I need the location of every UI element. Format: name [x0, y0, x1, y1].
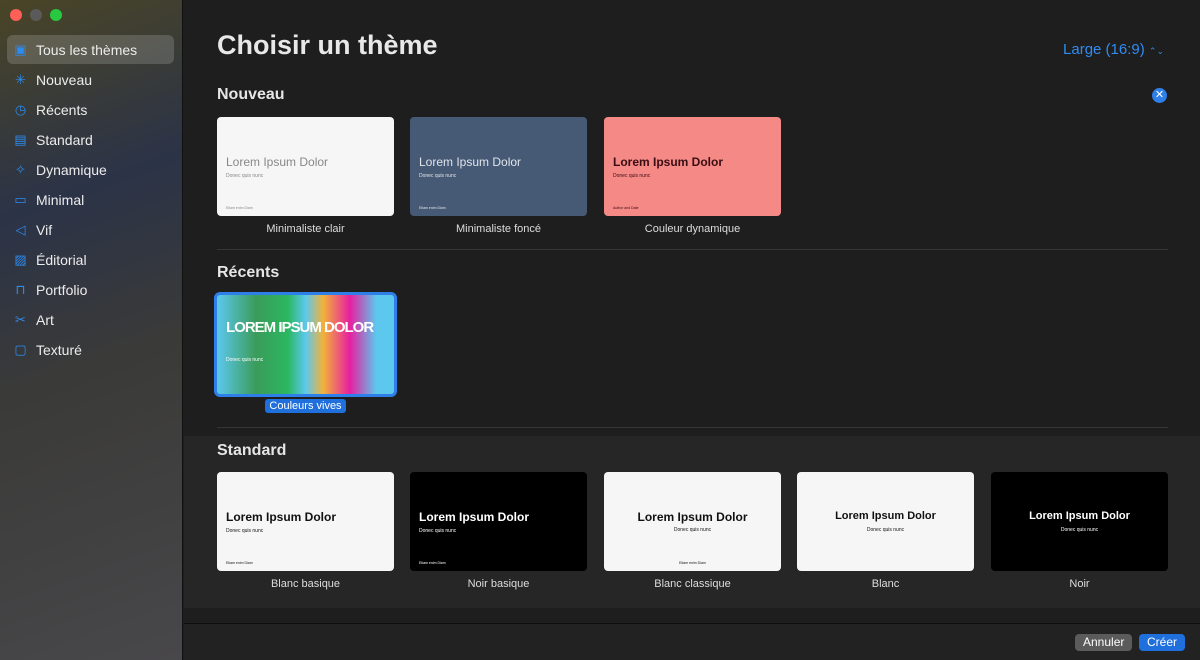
sidebar-item-5[interactable]: ▭ Minimal — [7, 185, 174, 214]
theme-name: Couleurs vives — [217, 399, 394, 413]
close-icon[interactable]: ✕ — [1152, 88, 1167, 103]
divider — [217, 427, 1168, 428]
theme-card[interactable]: Lorem Ipsum Dolor Donec quis nunc Etiam en… — [217, 117, 394, 216]
sidebar-item-8[interactable]: ⊓ Portfolio — [7, 275, 174, 304]
page-title: Choisir un thème — [217, 30, 438, 60]
window-controls — [10, 9, 62, 21]
slide-text-icon: ▤ — [14, 131, 27, 147]
grid-icon: ▣ — [14, 41, 27, 57]
close-window-button[interactable] — [10, 9, 22, 21]
theme-name: Blanc basique — [270, 578, 341, 590]
theme-name: Blanc classique — [654, 578, 731, 590]
photo-icon: ▨ — [14, 251, 27, 267]
sidebar-item-9[interactable]: ✂ Art — [7, 305, 174, 334]
sidebar-item-label: Éditorial — [36, 251, 87, 268]
theme-card[interactable]: Lorem Ipsum Dolor Donec quis nunc — [797, 472, 974, 571]
divider — [217, 249, 1168, 250]
theme-card[interactable]: Lorem Ipsum Dolor Donec quis nunc Etiam en… — [410, 472, 587, 571]
clock-icon: ◷ — [14, 101, 27, 117]
zoom-window-button[interactable] — [50, 9, 62, 21]
theme-name: Couleur dynamique — [644, 223, 741, 235]
theme-card[interactable]: Lorem Ipsum Dolor Donec quis nunc — [991, 472, 1168, 571]
sidebar-item-label: Portfolio — [36, 281, 88, 298]
sidebar-item-7[interactable]: ▨ Éditorial — [7, 245, 174, 274]
slide-size-select[interactable]: Large (16:9) ⌃⌄ — [1063, 41, 1164, 58]
briefcase-icon: ⊓ — [15, 281, 26, 297]
theme-name: Noir basique — [467, 578, 530, 590]
theme-card[interactable]: LOREM IPSUM DOLOR Donec quis nunc — [214, 292, 397, 397]
minimize-window-button[interactable] — [30, 9, 42, 21]
sidebar-item-3[interactable]: ▤ Standard — [7, 125, 174, 154]
section-title-standard: Standard — [217, 442, 287, 459]
sidebar-item-label: Art — [36, 311, 54, 328]
theme-name: Noir — [1069, 578, 1090, 590]
sidebar-item-6[interactable]: ◁ Vif — [7, 215, 174, 244]
sidebar-item-label: Minimal — [36, 191, 85, 208]
theme-card[interactable]: Lorem Ipsum Dolor Donec quis nunc Etiam en… — [217, 472, 394, 571]
sidebar-item-label: Récents — [36, 101, 88, 118]
theme-card[interactable]: Lorem Ipsum Dolor Donec quis nunc Etiam en… — [410, 117, 587, 216]
scissors-icon: ✂ — [15, 311, 26, 327]
theme-name: Blanc — [871, 578, 900, 590]
section-title-nouveau: Nouveau — [217, 86, 285, 103]
sidebar-item-2[interactable]: ◷ Récents — [7, 95, 174, 124]
megaphone-icon: ◁ — [15, 221, 26, 237]
sidebar-item-1[interactable]: ✳ Nouveau — [7, 65, 174, 94]
theme-name: Minimaliste foncé — [456, 223, 541, 235]
theme-name: Minimaliste clair — [266, 223, 345, 235]
theme-card[interactable]: Lorem Ipsum Dolor Donec quis nunc Author a… — [604, 117, 781, 216]
footer: Annuler Créer — [184, 623, 1200, 660]
create-button[interactable]: Créer — [1139, 634, 1186, 651]
sidebar-item-label: Texturé — [36, 341, 82, 358]
sidebar-item-label: Dynamique — [36, 161, 107, 178]
sidebar-item-10[interactable]: ▢ Texturé — [7, 335, 174, 364]
sparkle-burst-icon: ✳ — [15, 71, 26, 87]
theme-card[interactable]: Lorem Ipsum Dolor Donec quis nunc Etiam en… — [604, 472, 781, 571]
theme-chooser: Choisir un thème Large (16:9) ⌃⌄ Nouveau… — [184, 0, 1200, 623]
cancel-button[interactable]: Annuler — [1075, 634, 1133, 651]
sidebar: ▣ Tous les thèmes ✳ Nouveau ◷ Récents ▤ Standar… — [0, 0, 183, 660]
sidebar-item-0[interactable]: ▣ Tous les thèmes — [7, 35, 174, 64]
texture-frame-icon: ▢ — [14, 341, 27, 357]
sidebar-item-label: Vif — [36, 221, 53, 238]
chevron-updown-icon: ⌃⌄ — [1148, 46, 1164, 56]
section-title-recents: Récents — [217, 264, 280, 281]
slide-minimal-icon: ▭ — [14, 191, 27, 207]
sidebar-item-4[interactable]: ✧ Dynamique — [7, 155, 174, 184]
sidebar-item-label: Standard — [36, 131, 93, 148]
sparkles-icon: ✧ — [15, 161, 26, 177]
sidebar-item-label: Nouveau — [36, 71, 93, 88]
sidebar-item-label: Tous les thèmes — [36, 41, 138, 58]
